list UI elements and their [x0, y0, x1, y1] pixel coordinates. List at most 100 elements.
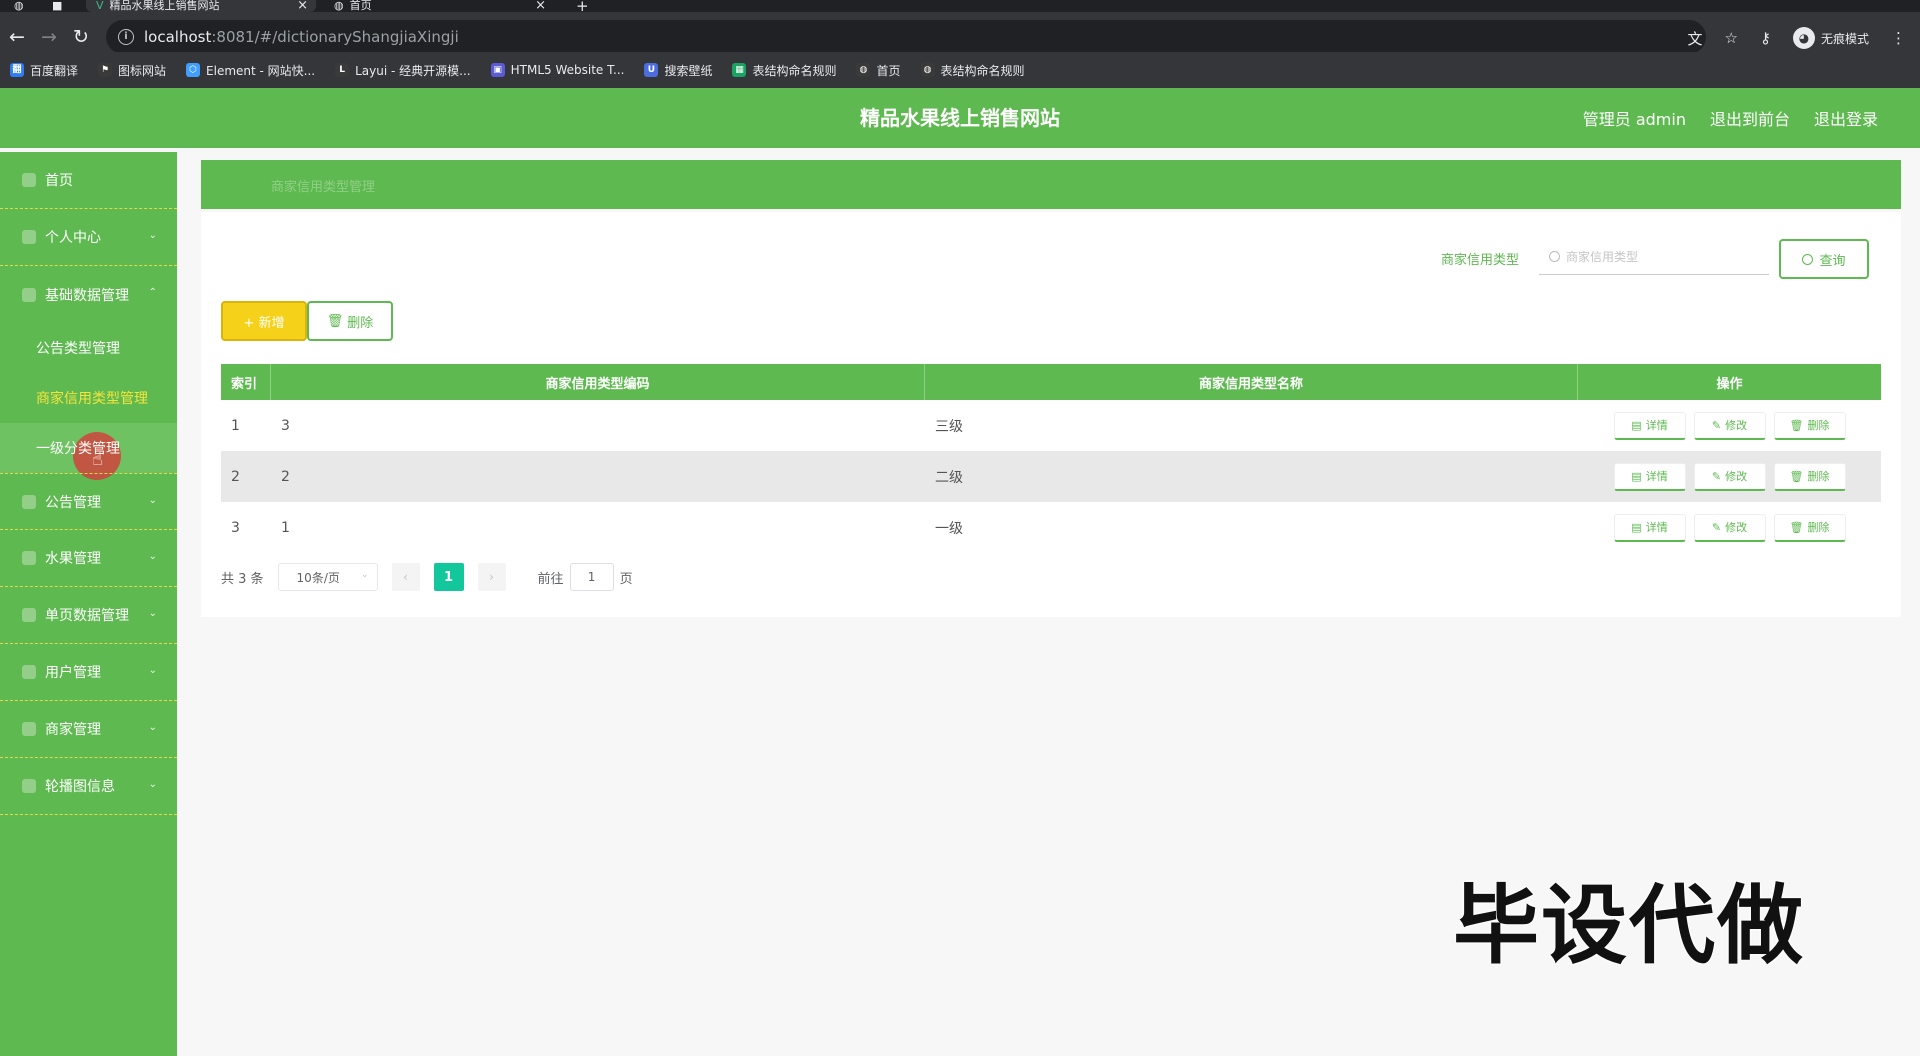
- row-delete-button[interactable]: 🗑 删除: [1773, 411, 1846, 440]
- sidebar-item-basic-data[interactable]: 基础数据管理 ⌃: [0, 266, 177, 323]
- bookmark-item[interactable]: U 搜索壁纸: [644, 62, 712, 79]
- vue-icon: V: [96, 0, 104, 12]
- sidebar-item[interactable]: 轮播图信息 ⌄: [0, 758, 177, 815]
- detail-label: 详情: [1645, 521, 1668, 534]
- star-icon[interactable]: ☆: [1725, 29, 1738, 47]
- content-panel: 商家信用类型 查询 + 新增 🗑 删除 索引 商家信用类型编码 商家信用类型名称…: [201, 212, 1901, 617]
- add-button-label: + 新增: [243, 315, 285, 331]
- row-delete-button[interactable]: 🗑 删除: [1773, 513, 1846, 542]
- bookmark-item[interactable]: 翻百度翻译: [10, 62, 78, 79]
- sidebar-item-label: 首页: [45, 173, 73, 189]
- sidebar-item[interactable]: 商家管理 ⌄: [0, 701, 177, 758]
- delete-button[interactable]: 🗑 删除: [307, 301, 393, 341]
- chevron-down-icon: ⌄: [148, 722, 157, 733]
- shop-icon: [22, 722, 36, 736]
- sidebar-subitem-category[interactable]: 一级分类管理 ☝: [0, 423, 177, 480]
- detail-button[interactable]: ▤ 详情: [1613, 513, 1686, 542]
- database-icon: [22, 287, 36, 302]
- table-row: 1 3 三级 ▤ 详情 ✎ 修改 🗑 删除: [221, 400, 1881, 451]
- url-field[interactable]: i localhost:8081/#/dictionaryShangjiaXin…: [106, 20, 1706, 54]
- url-text: localhost:8081/#/dictionaryShangjiaXingj…: [144, 28, 459, 46]
- chevron-down-icon: ⌄: [148, 551, 157, 562]
- new-tab-icon[interactable]: +: [576, 0, 589, 14]
- bookmark-item[interactable]: ◍ 表结构命名规则: [920, 62, 1025, 79]
- search-icon: [1549, 251, 1560, 262]
- edit-button[interactable]: ✎ 修改: [1693, 462, 1766, 491]
- bookmark-item[interactable]: ◍ 首页: [856, 62, 901, 79]
- incognito-indicator[interactable]: ◕ 无痕模式: [1792, 27, 1869, 49]
- bookmark-item[interactable]: ▦ 表结构命名规则: [732, 62, 836, 79]
- edit-label: 修改: [1725, 470, 1748, 483]
- sidebar-item[interactable]: 单页数据管理 ⌄: [0, 587, 177, 644]
- bookmark-item[interactable]: ▣ HTML5 Website T...: [490, 63, 624, 77]
- detail-button[interactable]: ▤ 详情: [1613, 411, 1686, 440]
- page-size-select[interactable]: 10条/页 ⌄: [277, 563, 378, 591]
- document-icon: ▤: [1631, 520, 1642, 534]
- bookmark-icon: L: [335, 63, 350, 77]
- detail-label: 详情: [1645, 470, 1668, 483]
- goto-label: 前往: [537, 571, 564, 587]
- tab-close-icon[interactable]: ×: [297, 0, 308, 12]
- page-icon: [22, 608, 36, 622]
- sidebar-item-profile[interactable]: 个人中心 ⌄: [0, 209, 177, 266]
- bell-icon: [22, 494, 36, 509]
- sidebar: 首页 个人中心 ⌄ 基础数据管理 ⌃ 公告类型管理 商家信用类型管理 一级分类管…: [0, 152, 177, 1056]
- bookmark-item[interactable]: L Layui - 经典开源模...: [335, 62, 471, 79]
- exit-to-front-link[interactable]: 退出到前台: [1710, 106, 1790, 130]
- bookmark-item[interactable]: ⬡ Element - 网站快...: [186, 62, 315, 79]
- cell-name: 一级: [935, 520, 963, 537]
- info-icon[interactable]: i: [118, 29, 134, 45]
- browser-menu-icon[interactable]: ◍: [14, 0, 24, 12]
- more-menu-icon[interactable]: ⋮: [1891, 29, 1906, 47]
- detail-button[interactable]: ▤ 详情: [1613, 462, 1686, 491]
- back-icon[interactable]: ←: [4, 24, 30, 50]
- profile-label: 无痕模式: [1820, 31, 1869, 46]
- bookmark-icon: ▣: [490, 63, 505, 77]
- bookmark-icon: ⚑: [98, 63, 113, 77]
- next-page-button[interactable]: ›: [477, 563, 506, 591]
- trash-icon: 🗑: [326, 313, 344, 329]
- column-header-index: 索引: [221, 364, 271, 400]
- sidebar-subitem-notice-type[interactable]: 公告类型管理: [0, 323, 177, 373]
- page-number-1[interactable]: 1: [433, 563, 464, 591]
- reload-icon[interactable]: ↻: [68, 24, 94, 50]
- cell-actions: ▤ 详情 ✎ 修改 🗑 删除: [1578, 502, 1881, 553]
- sidebar-item-label: 公告管理: [45, 494, 101, 511]
- tab-home[interactable]: ◍ 首页 ×: [334, 0, 554, 12]
- bookmark-item[interactable]: ⚑ 图标网站: [98, 62, 166, 79]
- translate-icon[interactable]: 文: [1688, 28, 1703, 49]
- document-icon: ▤: [1631, 418, 1642, 432]
- data-table: 索引 商家信用类型编码 商家信用类型名称 操作 1 3 三级 ▤ 详情 ✎ 修改 🗑 删除 2 2 二…: [221, 364, 1881, 553]
- cell-code: 1: [281, 519, 290, 536]
- prev-page-button[interactable]: ‹: [391, 563, 420, 591]
- sidebar-item-home[interactable]: 首页: [0, 152, 177, 209]
- bookmark-icon: ▦: [732, 63, 747, 77]
- app-header: 精品水果线上销售网站 管理员 admin 退出到前台 退出登录: [0, 88, 1920, 148]
- sidebar-item-label: 个人中心: [45, 230, 101, 246]
- bookmark-label: 表结构命名规则: [752, 63, 837, 78]
- key-icon[interactable]: ⚷: [1760, 29, 1771, 47]
- sidebar-item[interactable]: 公告管理 ⌄: [0, 473, 177, 530]
- table-header: 索引 商家信用类型编码 商家信用类型名称 操作: [221, 364, 1881, 400]
- forward-icon[interactable]: →: [36, 24, 62, 50]
- goto-page-input[interactable]: [569, 563, 614, 591]
- bookmarks-bar: 翻百度翻译 ⚑ 图标网站 ⬡ Element - 网站快... L Layui - 经典开源…: [0, 52, 1920, 88]
- search-input[interactable]: [1566, 249, 1746, 264]
- query-button[interactable]: 查询: [1779, 239, 1869, 279]
- edit-button[interactable]: ✎ 修改: [1693, 411, 1766, 440]
- sidebar-item-label: 基础数据管理: [45, 287, 129, 304]
- add-button[interactable]: + 新增: [221, 301, 307, 341]
- tab-close-icon[interactable]: ×: [535, 0, 546, 12]
- page-unit-label: 页: [619, 571, 633, 587]
- logout-link[interactable]: 退出登录: [1814, 106, 1878, 130]
- row-delete-button[interactable]: 🗑 删除: [1773, 462, 1846, 491]
- search-field[interactable]: [1539, 239, 1769, 275]
- sidebar-item[interactable]: 用户管理 ⌄: [0, 644, 177, 701]
- cell-actions: ▤ 详情 ✎ 修改 🗑 删除: [1578, 400, 1881, 451]
- edit-button[interactable]: ✎ 修改: [1693, 513, 1766, 542]
- chevron-down-icon: ⌄: [148, 495, 157, 506]
- sidebar-item[interactable]: 水果管理 ⌄: [0, 530, 177, 587]
- tab-active[interactable]: V 精品水果线上销售网站 ×: [86, 0, 316, 12]
- sidebar-subitem-merchant-credit[interactable]: 商家信用类型管理: [0, 373, 177, 423]
- bookmark-label: 搜索壁纸: [664, 63, 713, 78]
